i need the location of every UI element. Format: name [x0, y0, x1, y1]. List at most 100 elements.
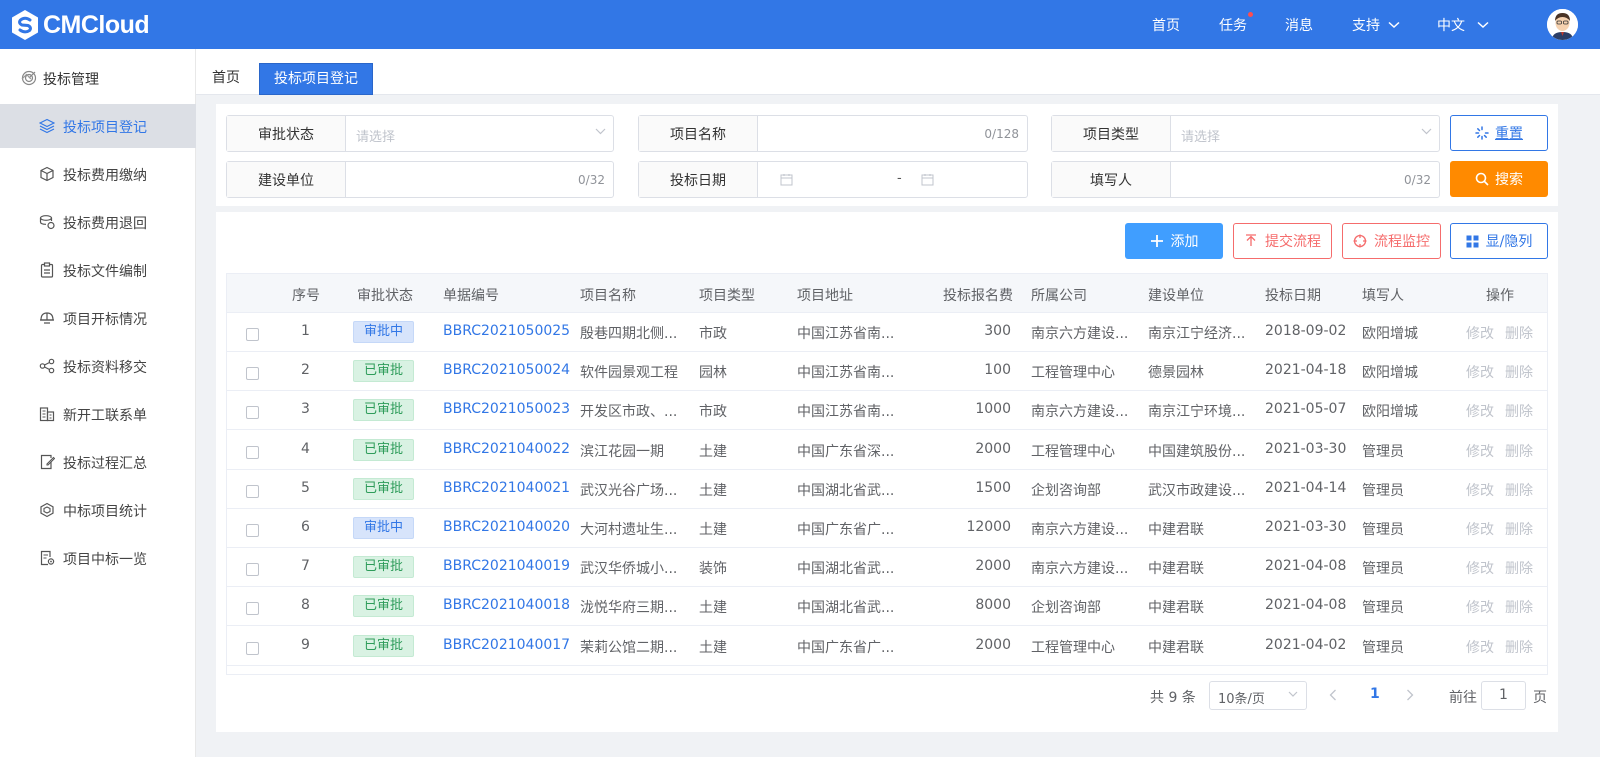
edit-link[interactable]: 修改 [1466, 558, 1494, 578]
sidebar-item-won-statistics[interactable]: 中标项目统计 [0, 488, 196, 532]
toggle-columns-button[interactable]: 显/隐列 [1450, 223, 1548, 259]
nav-support[interactable]: 支持 [1352, 15, 1400, 35]
delete-link[interactable]: 删除 [1505, 362, 1533, 382]
edit-link[interactable]: 修改 [1466, 323, 1494, 343]
chevron-left-icon[interactable] [1329, 689, 1337, 701]
table-row[interactable]: 3 已审批 BBRC2021050023 开发区市政、... 市政 中国江苏省南... 10… [227, 391, 1547, 431]
cell-builder: 中建君联 [1148, 561, 1204, 578]
current-page[interactable]: 1 [1370, 686, 1380, 702]
submit-process-button[interactable]: 提交流程 [1233, 223, 1332, 259]
cell-type: 装饰 [699, 561, 727, 578]
document-edit-icon [40, 454, 55, 470]
row-checkbox[interactable] [246, 602, 259, 616]
goto-page-input[interactable]: 1 [1481, 681, 1526, 710]
table-row[interactable]: 9 已审批 BBRC2021040017 茉莉公馆二期... 土建 中国广东省广... 20… [227, 627, 1547, 666]
tab-home[interactable]: 首页 [198, 63, 254, 95]
cell-type: 市政 [699, 404, 727, 421]
cell-code-link[interactable]: BBRC2021040017 [443, 637, 570, 653]
row-checkbox[interactable] [246, 367, 259, 381]
edit-link[interactable]: 修改 [1466, 441, 1494, 461]
sidebar-item-won-overview[interactable]: 项目中标一览 [0, 536, 196, 580]
table-row[interactable]: 8 已审批 BBRC2021040018 泷悦华府三期... 土建 中国湖北省武... 80… [227, 587, 1547, 627]
th-code: 单据编号 [443, 288, 499, 304]
sidebar-group-bid-management[interactable]: 投标管理 [0, 57, 196, 99]
cell-code-link[interactable]: BBRC2021040018 [443, 597, 570, 613]
cell-index: 5 [301, 479, 310, 496]
user-avatar[interactable] [1547, 9, 1578, 40]
sidebar-item-fee-refund[interactable]: 投标费用退回 [0, 200, 196, 244]
row-checkbox[interactable] [246, 524, 259, 537]
edit-link[interactable]: 修改 [1466, 362, 1494, 382]
tab-bid-registration[interactable]: 投标项目登记 [259, 63, 373, 95]
nav-language[interactable]: 中文 [1437, 15, 1489, 35]
edit-link[interactable]: 修改 [1466, 637, 1494, 657]
row-checkbox[interactable] [246, 445, 259, 459]
cell-code-link[interactable]: BBRC2021040019 [443, 558, 570, 574]
sidebar-item-fee-payment[interactable]: 投标费用缴纳 [0, 152, 196, 196]
status-select[interactable]: 请选择 [346, 116, 613, 151]
table-row[interactable]: 4 已审批 BBRC2021040022 滨江花园一期 土建 中国广东省深... 2000 工… [227, 431, 1547, 470]
cell-code-link[interactable]: BBRC2021040021 [443, 480, 570, 496]
delete-link[interactable]: 删除 [1505, 441, 1533, 461]
sidebar-item-bid-opening[interactable]: 项目开标情况 [0, 296, 196, 340]
row-checkbox[interactable] [246, 484, 259, 498]
search-button[interactable]: 搜索 [1450, 161, 1548, 197]
row-checkbox[interactable] [246, 641, 259, 655]
add-button[interactable]: 添加 [1125, 223, 1223, 259]
delete-link[interactable]: 删除 [1505, 637, 1533, 657]
page-size-select[interactable]: 10条/页 [1209, 681, 1307, 710]
cell-code-link[interactable]: BBRC2021050025 [443, 323, 570, 339]
submit-process-label: 提交流程 [1265, 234, 1321, 250]
builder-input[interactable]: 0/32 [346, 162, 613, 197]
delete-link[interactable]: 删除 [1505, 323, 1533, 343]
sidebar-item-process-summary[interactable]: 投标过程汇总 [0, 440, 196, 484]
table-panel: 添加 提交流程 流程监控 显/隐列 序号 审批状态 单据编号 项目名称 项目类型… [216, 212, 1558, 732]
status-filter: 审批状态 请选择 [226, 115, 614, 152]
nav-home[interactable]: 首页 [1152, 15, 1180, 35]
cell-code-link[interactable]: BBRC2021050023 [443, 401, 570, 417]
delete-link[interactable]: 删除 [1505, 401, 1533, 421]
edit-link[interactable]: 修改 [1466, 480, 1494, 500]
table-row[interactable]: 7 已审批 BBRC2021040019 武汉华侨城小... 装饰 中国湖北省武... 20… [227, 548, 1547, 588]
sidebar-item-new-contact[interactable]: 新开工联系单 [0, 392, 196, 436]
table-row[interactable]: 1 审批中 BBRC2021050025 殷巷四期北侧... 市政 中国江苏省南... 30… [227, 313, 1547, 352]
row-checkbox[interactable] [246, 328, 259, 341]
filler-input[interactable]: 0/32 [1171, 162, 1439, 197]
table-row[interactable]: 6 审批中 BBRC2021040020 大河村遗址生... 土建 中国广东省广... 12… [227, 509, 1547, 548]
sidebar-item-label: 投标费用退回 [63, 216, 147, 232]
process-monitor-button[interactable]: 流程监控 [1342, 223, 1441, 259]
nav-messages[interactable]: 消息 [1285, 15, 1313, 35]
sidebar-item-label: 项目开标情况 [63, 312, 147, 328]
sidebar-item-bid-registration[interactable]: 投标项目登记 [0, 104, 196, 148]
cell-code-link[interactable]: BBRC2021040020 [443, 519, 570, 535]
cell-name: 滨江花园一期 [580, 443, 664, 460]
chevron-right-icon[interactable] [1406, 689, 1414, 701]
edit-link[interactable]: 修改 [1466, 401, 1494, 421]
logo[interactable]: CMCloud [10, 9, 150, 41]
row-checkbox[interactable] [246, 406, 259, 420]
edit-link[interactable]: 修改 [1466, 519, 1494, 539]
project-type-select[interactable]: 请选择 [1171, 116, 1439, 151]
delete-link[interactable]: 删除 [1505, 597, 1533, 617]
row-checkbox[interactable] [246, 563, 259, 577]
cell-name: 武汉华侨城小... [580, 561, 678, 578]
th-builder: 建设单位 [1148, 288, 1204, 304]
nav-tasks[interactable]: 任务 [1219, 12, 1253, 35]
cell-company: 南京六方建设... [1031, 404, 1129, 421]
cell-code-link[interactable]: BBRC2021050024 [443, 362, 570, 378]
sidebar-item-file-preparation[interactable]: 投标文件编制 [0, 248, 196, 292]
edit-link[interactable]: 修改 [1466, 597, 1494, 617]
project-name-input[interactable]: 0/128 [758, 116, 1027, 151]
table-row[interactable]: 5 已审批 BBRC2021040021 武汉光谷广场... 土建 中国湖北省武... 15… [227, 470, 1547, 509]
delete-link[interactable]: 删除 [1505, 480, 1533, 500]
cell-address: 中国江苏省南... [797, 404, 895, 421]
cell-code-link[interactable]: BBRC2021040022 [443, 441, 570, 457]
goto-suffix: 页 [1533, 690, 1547, 706]
delete-link[interactable]: 删除 [1505, 558, 1533, 578]
delete-link[interactable]: 删除 [1505, 519, 1533, 539]
sidebar-item-doc-handover[interactable]: 投标资料移交 [0, 344, 196, 388]
cell-address: 中国湖北省武... [797, 482, 895, 499]
bid-date-range[interactable]: - [758, 162, 1027, 197]
table-row[interactable]: 2 已审批 BBRC2021050024 软件园景观工程 园林 中国江苏省南... 100 工… [227, 352, 1547, 392]
reset-button[interactable]: 重置 [1450, 115, 1548, 151]
